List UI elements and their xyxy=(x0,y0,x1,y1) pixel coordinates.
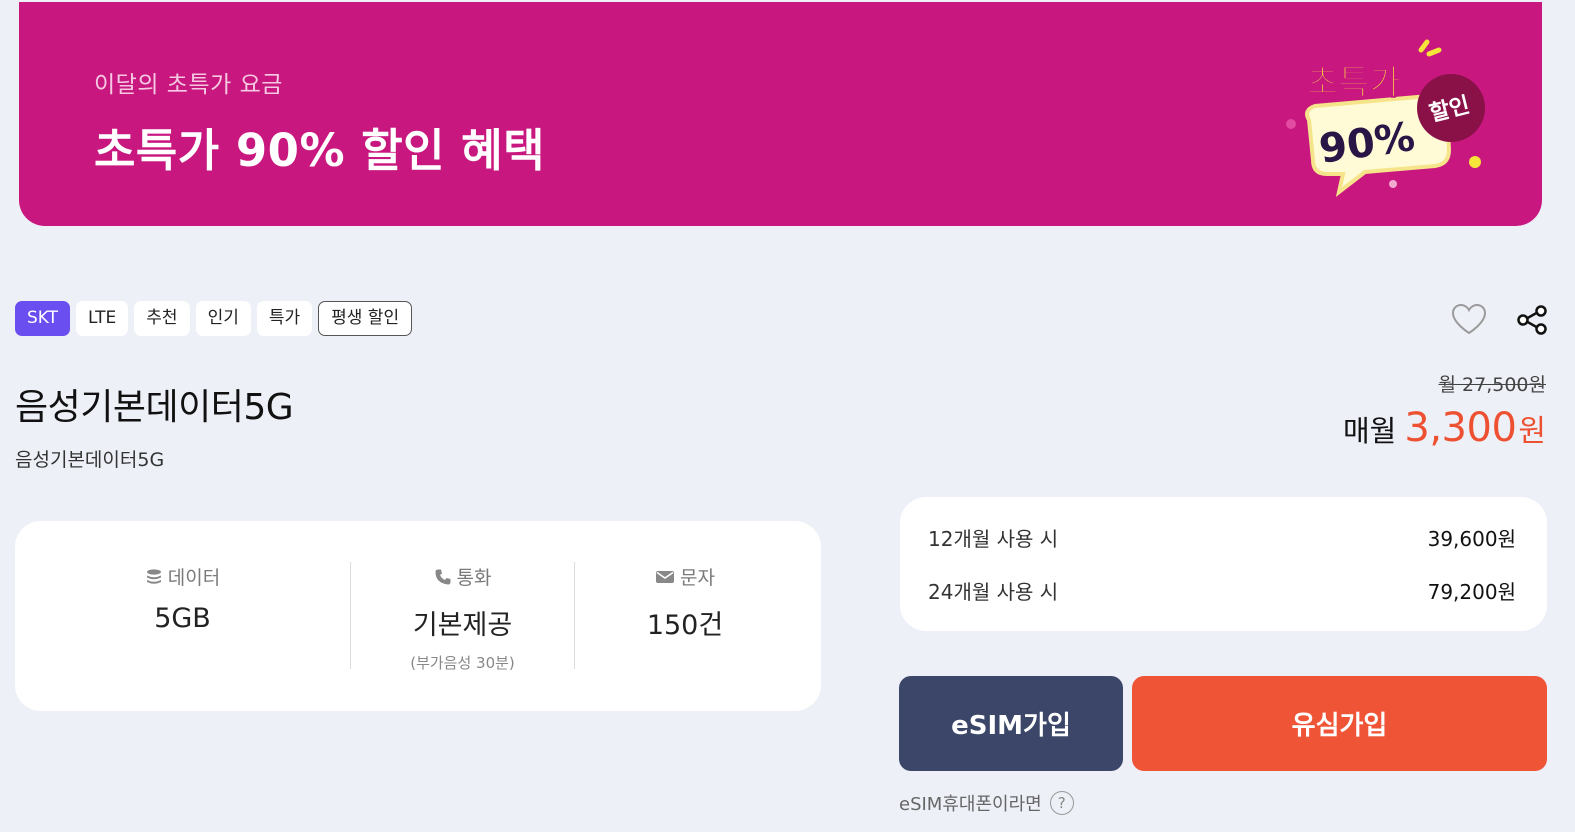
phone-icon xyxy=(435,569,451,584)
spec-call-value: 기본제공 xyxy=(412,610,513,641)
tag-carrier: SKT xyxy=(15,301,71,336)
mail-icon xyxy=(656,570,675,583)
share-button[interactable] xyxy=(1513,301,1551,339)
monthly-price: 매월 3,300 원 xyxy=(1343,405,1546,451)
share-icon xyxy=(1517,305,1547,335)
spec-call: 통화 기본제공 (부가음성 30분) xyxy=(351,521,574,711)
price-unit: 원 xyxy=(1518,414,1546,449)
spec-data-value: 5GB xyxy=(154,603,211,634)
price-value: 3,300 xyxy=(1404,405,1517,451)
cost-amount: 39,600원 xyxy=(1427,527,1516,551)
cost-label: 24개월 사용 시 xyxy=(928,580,1059,604)
badge-text: 초특가 xyxy=(1307,63,1401,103)
database-icon xyxy=(146,568,161,584)
price-label: 매월 xyxy=(1343,414,1397,448)
tag-network: LTE xyxy=(76,301,129,336)
esim-signup-button[interactable]: eSIM가입 xyxy=(899,676,1123,771)
esim-help-link[interactable]: eSIM휴대폰이라면 ? xyxy=(899,790,1074,816)
tag-lifetime-discount: 평생 할인 xyxy=(318,301,413,336)
spec-data-label: 데이터 xyxy=(167,567,221,589)
heart-icon xyxy=(1451,303,1487,335)
spec-data: 데이터 5GB xyxy=(15,521,350,711)
plan-subtitle: 음성기본데이터5G xyxy=(15,449,165,471)
plan-title: 음성기본데이터5G xyxy=(15,387,294,428)
spec-call-note: (부가음성 30분) xyxy=(410,654,515,672)
usim-signup-button[interactable]: 유심가입 xyxy=(1132,676,1547,771)
discount-badge-illustration: 초특가 90% 할인 xyxy=(1286,39,1485,197)
banner-subtitle: 이달의 초특가 요금 xyxy=(94,72,283,98)
original-price: 월 27,500원 xyxy=(1438,374,1546,396)
banner-title: 초특가 90% 할인 혜택 xyxy=(94,124,546,177)
esim-help-text: eSIM휴대폰이라면 xyxy=(899,794,1042,815)
plan-tags: SKT LTE 추천 인기 특가 평생 할인 xyxy=(15,301,413,336)
question-icon[interactable]: ? xyxy=(1049,791,1074,815)
favorite-button[interactable] xyxy=(1450,300,1488,338)
total-cost-card: 12개월 사용 시 39,600원 24개월 사용 시 79,200원 xyxy=(900,497,1547,631)
cost-label: 12개월 사용 시 xyxy=(928,527,1059,551)
tag-special: 특가 xyxy=(256,301,313,336)
spec-sms-value: 150건 xyxy=(646,610,724,641)
cost-row-12m: 12개월 사용 시 39,600원 xyxy=(928,523,1516,553)
spec-call-label: 통화 xyxy=(456,567,492,589)
cost-row-24m: 24개월 사용 시 79,200원 xyxy=(928,576,1516,606)
tag-recommended: 추천 xyxy=(134,301,190,336)
promo-banner[interactable]: 이달의 초특가 요금 초특가 90% 할인 혜택 초특가 90% 할인 xyxy=(19,2,1542,226)
spec-sms: 문자 150건 xyxy=(575,521,795,711)
plan-specs-card: 데이터 5GB 통화 기본제공 (부가음성 30분) 문자 150건 xyxy=(15,521,821,711)
spec-sms-label: 문자 xyxy=(680,567,715,589)
tag-popular: 인기 xyxy=(195,301,251,336)
cost-amount: 79,200원 xyxy=(1427,580,1516,604)
